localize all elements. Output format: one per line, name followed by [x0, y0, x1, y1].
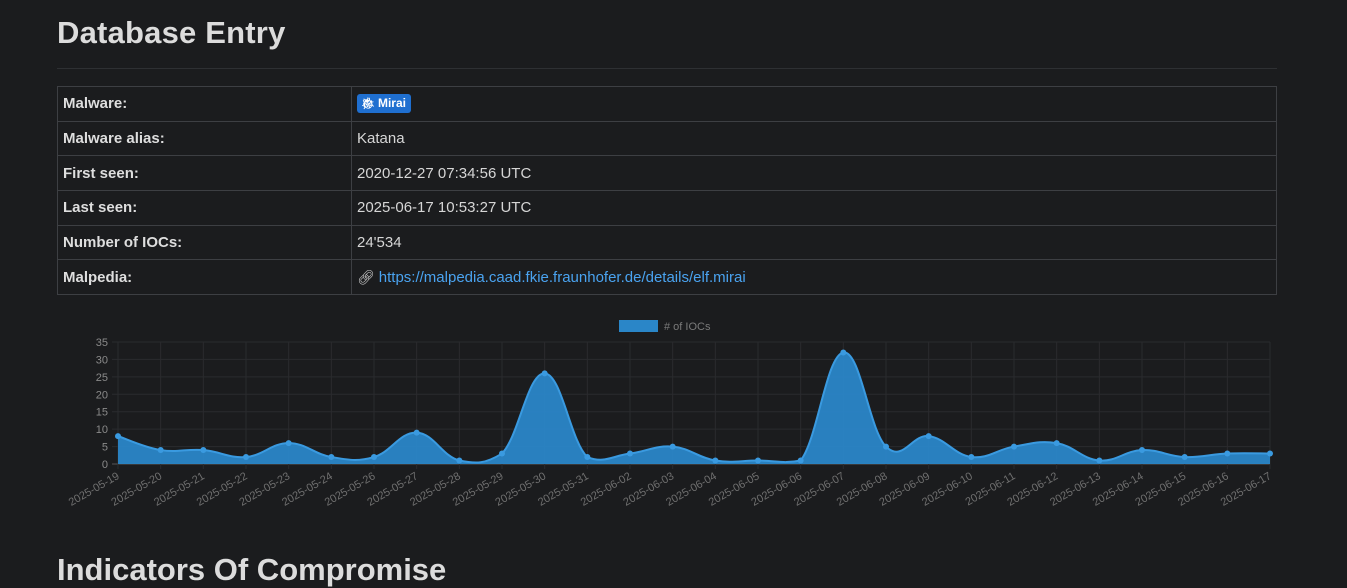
data-point	[1096, 457, 1103, 464]
table-row: Malware alias: Katana	[57, 120, 1277, 157]
malpedia-cell: 🔗︎ https://malpedia.caad.fkie.fraunhofer.…	[351, 259, 1277, 296]
y-tick-label: 35	[96, 337, 108, 349]
data-point	[1011, 443, 1017, 450]
data-point	[243, 454, 249, 461]
data-point	[541, 370, 548, 377]
data-point	[499, 450, 505, 457]
ioc-section-title: Indicators Of Compromise	[57, 552, 447, 587]
data-point	[328, 454, 335, 461]
y-tick-label: 20	[96, 389, 108, 401]
legend-swatch	[619, 320, 658, 332]
malware-label: Malware:	[57, 86, 352, 122]
data-point	[1267, 450, 1273, 457]
data-point	[1139, 447, 1145, 454]
ioc-chart: 051015202530352025-05-192025-05-202025-0…	[67, 320, 1274, 509]
y-tick-label: 30	[96, 354, 108, 366]
malware-badge-label: Mirai	[377, 96, 406, 111]
y-tick-label: 10	[96, 424, 108, 436]
data-point	[584, 454, 591, 461]
table-row: Malware: 🐞︎ Mirai	[57, 86, 1277, 122]
data-point	[925, 433, 932, 440]
first-seen-label: First seen:	[57, 155, 352, 192]
malware-badge[interactable]: 🐞︎ Mirai	[357, 94, 411, 114]
bug-icon: 🐞︎	[361, 98, 375, 111]
table-row: Number of IOCs: 24'534	[57, 224, 1277, 261]
y-tick-label: 0	[102, 459, 108, 471]
data-point	[413, 429, 420, 436]
data-point	[968, 454, 975, 461]
data-point	[1224, 450, 1231, 457]
link-icon: 🔗︎	[357, 268, 375, 285]
alias-label: Malware alias:	[57, 120, 352, 157]
table-row: First seen: 2020-12-27 07:34:56 UTC	[57, 155, 1277, 192]
first-seen-value: 2020-12-27 07:34:56 UTC	[351, 155, 1277, 192]
data-point	[456, 457, 463, 464]
table-row: Malpedia: 🔗︎ https://malpedia.caad.fkie.f…	[57, 259, 1277, 296]
malpedia-link[interactable]: https://malpedia.caad.fkie.fraunhofer.de…	[379, 269, 746, 286]
data-point	[797, 457, 804, 464]
y-tick-label: 5	[102, 442, 108, 454]
malpedia-label: Malpedia:	[57, 259, 352, 296]
data-point	[669, 443, 676, 450]
page-title: Database Entry	[57, 15, 286, 50]
data-point	[627, 450, 633, 457]
entry-table: Malware: 🐞︎ Mirai Malware alias: Katana F…	[57, 86, 1277, 296]
iocs-label: Number of IOCs:	[57, 224, 352, 261]
data-point	[371, 454, 377, 461]
alias-value: Katana	[351, 120, 1277, 157]
series-area	[118, 352, 1270, 464]
data-point	[200, 447, 207, 454]
data-point	[712, 457, 719, 464]
data-point	[883, 443, 889, 450]
table-row: Last seen: 2025-06-17 10:53:27 UTC	[57, 190, 1277, 226]
data-point	[115, 433, 121, 440]
data-point	[755, 457, 761, 464]
data-point	[1053, 440, 1060, 447]
data-point	[157, 447, 164, 454]
last-seen-value: 2025-06-17 10:53:27 UTC	[351, 190, 1277, 226]
malware-cell: 🐞︎ Mirai	[351, 86, 1277, 122]
y-tick-label: 25	[96, 372, 108, 384]
y-tick-label: 15	[96, 407, 108, 419]
iocs-value: 24'534	[351, 224, 1277, 261]
last-seen-label: Last seen:	[57, 190, 352, 226]
data-point	[1181, 454, 1188, 461]
legend-label: # of IOCs	[664, 321, 711, 333]
data-point	[285, 440, 292, 447]
title-divider	[57, 68, 1277, 69]
data-point	[840, 349, 847, 356]
